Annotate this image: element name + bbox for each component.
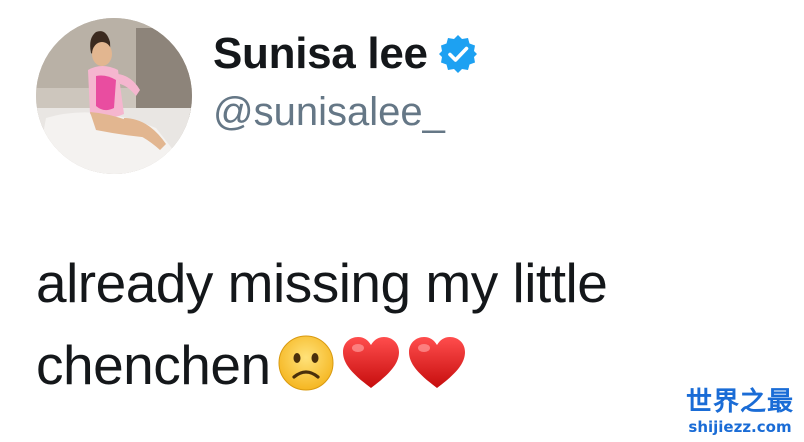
watermark: 世界之最 shijiezz.com	[686, 386, 794, 436]
watermark-url: shijiezz.com	[688, 418, 792, 436]
profile-avatar[interactable]	[36, 18, 192, 174]
tweet-text: already missing my little chenchen	[36, 242, 756, 406]
author-handle[interactable]: @sunisalee_	[213, 87, 445, 137]
verified-badge-icon	[437, 33, 479, 75]
red-heart-emoji	[408, 337, 465, 389]
emoji-group	[277, 334, 473, 392]
tweet-text-line-2-words: chenchen	[36, 334, 271, 396]
tweet-text-line-1: already missing my little	[36, 252, 608, 314]
tweet-card: Sunisa lee @sunisalee_ already missing m…	[0, 0, 804, 442]
avatar-image	[36, 18, 192, 174]
red-heart-emoji	[342, 337, 399, 389]
display-name: Sunisa lee	[213, 29, 428, 78]
tweet-text-line-2: chenchen	[36, 324, 756, 406]
author-name-row[interactable]: Sunisa lee	[213, 26, 479, 82]
frowning-face-emoji	[278, 335, 334, 391]
watermark-title: 世界之最	[685, 387, 794, 417]
